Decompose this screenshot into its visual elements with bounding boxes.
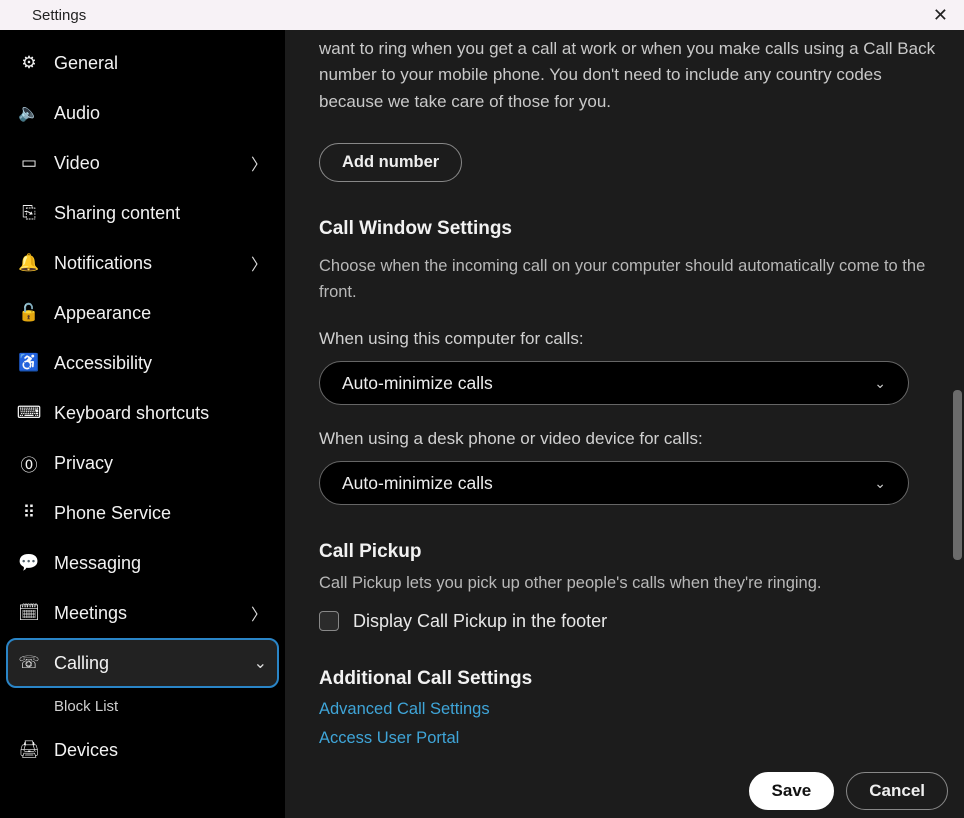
share-icon: ⎘ <box>18 203 40 223</box>
computer-calls-select[interactable]: Auto-minimize calls ⌄ <box>319 361 909 405</box>
select-value: Auto-minimize calls <box>342 473 493 494</box>
sidebar-item-accessibility[interactable]: ♿ Accessibility <box>6 338 279 388</box>
privacy-icon: ⓪ <box>18 451 40 476</box>
display-call-pickup-checkbox[interactable] <box>319 611 339 631</box>
chevron-down-icon: ⌄ <box>874 475 886 492</box>
sidebar-item-label: Audio <box>54 103 267 124</box>
sidebar-item-label: Accessibility <box>54 353 267 374</box>
chevron-down-icon: ⌄ <box>874 375 886 392</box>
bell-icon: 🔔 <box>18 253 40 273</box>
computer-calls-label: When using this computer for calls: <box>319 329 938 349</box>
close-icon[interactable]: ✕ <box>927 5 954 26</box>
sidebar: ⚙ General 🔈 Audio ▭ Video 〉 ⎘ Sharing co… <box>0 30 285 818</box>
keyboard-icon: ⌨ <box>18 403 40 423</box>
sidebar-item-video[interactable]: ▭ Video 〉 <box>6 138 279 188</box>
sidebar-item-appearance[interactable]: 🔓 Appearance <box>6 288 279 338</box>
sidebar-item-label: General <box>54 53 267 74</box>
lock-icon: 🔓 <box>18 303 40 323</box>
sidebar-item-label: Messaging <box>54 553 267 574</box>
deskphone-calls-label: When using a desk phone or video device … <box>319 429 938 449</box>
sidebar-item-calling[interactable]: ☏ Calling ⌄ <box>6 638 279 688</box>
sidebar-item-label: Video <box>54 153 237 174</box>
calendar-icon: 🗓 <box>18 603 40 623</box>
call-window-settings-desc: Choose when the incoming call on your co… <box>319 254 938 305</box>
sidebar-subitem-block-list[interactable]: Block List <box>6 688 279 725</box>
deskphone-calls-select[interactable]: Auto-minimize calls ⌄ <box>319 461 909 505</box>
sidebar-item-devices[interactable]: 🖨 Devices <box>6 725 279 775</box>
accessibility-icon: ♿ <box>18 353 40 373</box>
phone-icon: ☏ <box>18 653 40 673</box>
scrollbar-thumb[interactable] <box>953 390 962 560</box>
sidebar-item-label: Devices <box>54 740 267 761</box>
dialpad-icon: ⠿ <box>18 503 40 523</box>
call-window-settings-heading: Call Window Settings <box>319 218 938 240</box>
chevron-right-icon: 〉 <box>251 251 267 275</box>
chat-icon: 💬 <box>18 553 40 573</box>
save-button[interactable]: Save <box>749 772 835 810</box>
video-icon: ▭ <box>18 153 40 173</box>
sidebar-item-phone-service[interactable]: ⠿ Phone Service <box>6 488 279 538</box>
select-value: Auto-minimize calls <box>342 373 493 394</box>
main-scroll[interactable]: want to ring when you get a call at work… <box>285 30 964 768</box>
footer: Save Cancel <box>285 768 964 818</box>
sidebar-item-meetings[interactable]: 🗓 Meetings 〉 <box>6 588 279 638</box>
chevron-right-icon: 〉 <box>251 151 267 175</box>
sidebar-item-label: Appearance <box>54 303 267 324</box>
link-access-user-portal[interactable]: Access User Portal <box>319 729 938 748</box>
display-call-pickup-row[interactable]: Display Call Pickup in the footer <box>319 611 938 632</box>
sidebar-item-label: Meetings <box>54 603 237 624</box>
intro-text: want to ring when you get a call at work… <box>319 36 938 115</box>
sidebar-item-notifications[interactable]: 🔔 Notifications 〉 <box>6 238 279 288</box>
link-advanced-call-settings[interactable]: Advanced Call Settings <box>319 700 938 719</box>
chevron-down-icon: ⌄ <box>254 653 267 673</box>
body: ⚙ General 🔈 Audio ▭ Video 〉 ⎘ Sharing co… <box>0 30 964 818</box>
additional-call-settings-heading: Additional Call Settings <box>319 668 938 690</box>
add-number-button[interactable]: Add number <box>319 143 462 182</box>
sidebar-item-keyboard-shortcuts[interactable]: ⌨ Keyboard shortcuts <box>6 388 279 438</box>
sidebar-item-label: Keyboard shortcuts <box>54 403 267 424</box>
devices-icon: 🖨 <box>18 740 40 760</box>
main-panel: want to ring when you get a call at work… <box>285 30 964 818</box>
call-pickup-heading: Call Pickup <box>319 541 938 563</box>
sidebar-item-label: Notifications <box>54 253 237 274</box>
call-pickup-desc: Call Pickup lets you pick up other peopl… <box>319 571 938 597</box>
sidebar-item-messaging[interactable]: 💬 Messaging <box>6 538 279 588</box>
titlebar: Settings ✕ <box>0 0 964 30</box>
chevron-right-icon: 〉 <box>251 601 267 625</box>
sidebar-item-label: Privacy <box>54 453 267 474</box>
sidebar-item-label: Calling <box>54 653 240 674</box>
sidebar-item-label: Sharing content <box>54 203 267 224</box>
sidebar-item-privacy[interactable]: ⓪ Privacy <box>6 438 279 488</box>
gear-icon: ⚙ <box>18 53 40 73</box>
sidebar-item-sharing-content[interactable]: ⎘ Sharing content <box>6 188 279 238</box>
cancel-button[interactable]: Cancel <box>846 772 948 810</box>
sidebar-item-audio[interactable]: 🔈 Audio <box>6 88 279 138</box>
window-title: Settings <box>32 7 86 24</box>
sidebar-item-general[interactable]: ⚙ General <box>6 38 279 88</box>
sidebar-item-label: Phone Service <box>54 503 267 524</box>
display-call-pickup-label: Display Call Pickup in the footer <box>353 611 607 632</box>
speaker-icon: 🔈 <box>18 103 40 123</box>
